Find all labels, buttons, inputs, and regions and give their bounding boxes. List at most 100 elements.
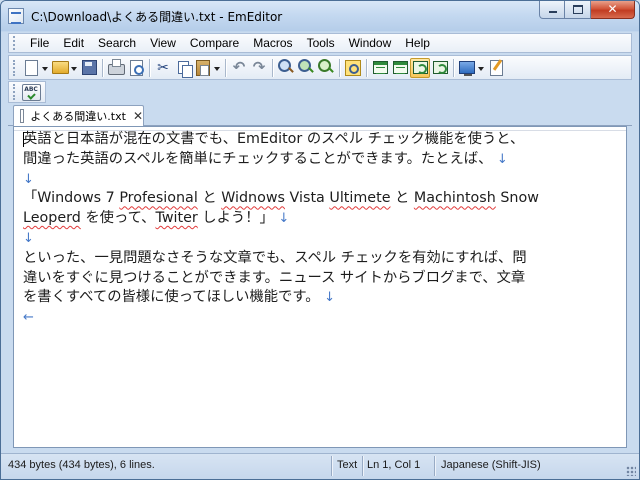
- minimize-button[interactable]: [539, 1, 565, 19]
- properties-button[interactable]: [486, 58, 506, 78]
- copy-button[interactable]: [173, 58, 193, 78]
- editor-line: ←: [23, 308, 539, 328]
- find-button[interactable]: [276, 58, 296, 78]
- document-tab[interactable]: よくある間違い.txt ✕: [13, 105, 144, 126]
- cut-icon: ✂: [157, 59, 169, 76]
- wrap-by-window-button[interactable]: [430, 58, 450, 78]
- replace-button[interactable]: [316, 58, 336, 78]
- emeditor-app-icon[interactable]: [8, 8, 24, 24]
- redo-icon: ↷: [252, 58, 266, 76]
- status-file-size: 434 bytes (434 bytes), 6 lines.: [8, 459, 155, 471]
- misspelled-word[interactable]: Widnows: [221, 190, 285, 206]
- open-button[interactable]: [50, 58, 70, 78]
- tab-close-icon[interactable]: ✕: [133, 109, 143, 123]
- menu-bar: File Edit Search View Compare Macros Too…: [8, 33, 632, 53]
- highlight-button[interactable]: [343, 58, 363, 78]
- properties-icon: [489, 59, 503, 76]
- eof-mark: ←: [23, 310, 34, 326]
- title-bar[interactable]: C:\Download\よくある間違い.txt - EmEditor ✕: [1, 1, 639, 31]
- highlight-icon: [345, 59, 361, 76]
- status-bar: 434 bytes (434 bytes), 6 lines. Text Ln …: [1, 453, 639, 479]
- misspelled-word[interactable]: Leoperd: [23, 210, 81, 226]
- newline-mark: ↓: [278, 211, 290, 227]
- menu-tools[interactable]: Tools: [300, 36, 342, 50]
- open-dropdown[interactable]: [70, 58, 79, 78]
- misspelled-word[interactable]: Twiter: [155, 210, 197, 226]
- marks-button[interactable]: [390, 58, 410, 78]
- close-button[interactable]: ✕: [591, 1, 635, 19]
- redo-button[interactable]: ↷: [249, 58, 269, 78]
- word-wrap-icon: [412, 61, 428, 74]
- toolbar-separator: [453, 58, 454, 77]
- new-icon: [24, 59, 38, 76]
- word-wrap-button[interactable]: [410, 57, 430, 78]
- undo-button[interactable]: ↶: [229, 58, 249, 78]
- editor-line: 「Windows 7 Profesional と Widnows Vista U…: [23, 190, 539, 207]
- spell-toolbar: ABC: [8, 81, 46, 103]
- text-editor[interactable]: 英語と日本語が混在の文書でも、EmEditor のスペル チェック機能を使うと、…: [13, 126, 627, 448]
- menu-file[interactable]: File: [23, 36, 56, 50]
- full-screen-icon: [459, 61, 475, 76]
- toolbar-grip[interactable]: [13, 59, 18, 76]
- marks-icon: [392, 61, 408, 74]
- editor-line: 間違った英語のスペルを簡単にチェックすることができます。たとえば、 ↓: [23, 150, 508, 167]
- print-preview-button[interactable]: [126, 58, 146, 78]
- undo-icon: ↶: [232, 58, 246, 76]
- resize-grip[interactable]: [626, 466, 636, 476]
- find-next-button[interactable]: [296, 58, 316, 78]
- print-preview-icon: [129, 59, 144, 76]
- menu-window[interactable]: Window: [342, 36, 399, 50]
- save-icon: [81, 60, 97, 75]
- paste-button[interactable]: [193, 58, 213, 78]
- menu-grip[interactable]: [13, 36, 19, 50]
- editor-line: といった、一見問題なさそうな文章でも、スペル チェックを有効にすれば、問: [23, 249, 527, 266]
- toolbar-grip[interactable]: [13, 84, 18, 100]
- full-screen-button[interactable]: [457, 58, 477, 78]
- newline-mark: ↓: [23, 171, 34, 187]
- toolbar-separator: [272, 58, 273, 77]
- new-button[interactable]: [21, 58, 41, 78]
- editor-line: Leoperd を使って、Twiter しよう！」 ↓: [23, 210, 290, 227]
- toolbar-separator: [149, 58, 150, 77]
- editor-lines: 英語と日本語が混在の文書でも、EmEditor のスペル チェック機能を使うと、…: [23, 130, 539, 328]
- standard-toolbar: ✂ ↶ ↷: [8, 55, 632, 80]
- full-screen-dropdown[interactable]: [477, 58, 486, 78]
- status-mode[interactable]: Text: [337, 454, 357, 479]
- editor-line: 違いをすぐに見つけることができます。ニュース サイトからブログまで、文章: [23, 269, 526, 286]
- menu-edit[interactable]: Edit: [56, 36, 91, 50]
- editor-line: ↓: [23, 170, 539, 190]
- output-bar-icon: [372, 61, 388, 74]
- toolbar-separator: [102, 58, 103, 77]
- find-next-icon: [297, 59, 311, 72]
- open-icon: [51, 61, 69, 74]
- misspelled-word[interactable]: Machintosh: [414, 190, 496, 206]
- spell-check-button[interactable]: ABC: [21, 82, 41, 102]
- menu-search[interactable]: Search: [91, 36, 143, 50]
- tab-label: よくある間違い.txt: [30, 110, 126, 123]
- print-icon: [107, 59, 125, 75]
- copy-icon: [177, 61, 193, 78]
- editor-line: を書くすべての皆様に使ってほしい機能です。 ↓: [23, 289, 335, 306]
- output-bar-button[interactable]: [370, 58, 390, 78]
- maximize-button[interactable]: [565, 1, 591, 19]
- paste-icon: [196, 59, 210, 76]
- status-position[interactable]: Ln 1, Col 1: [367, 454, 420, 479]
- save-button[interactable]: [79, 58, 99, 78]
- menu-view[interactable]: View: [143, 36, 183, 50]
- status-encoding[interactable]: Japanese (Shift-JIS): [441, 454, 541, 479]
- toolbar-separator: [366, 58, 367, 77]
- paste-dropdown[interactable]: [213, 58, 222, 78]
- text-file-icon: [20, 109, 25, 123]
- status-divider: [331, 456, 332, 476]
- misspelled-word[interactable]: Profesional: [119, 190, 197, 206]
- print-button[interactable]: [106, 58, 126, 78]
- editor-line: 英語と日本語が混在の文書でも、EmEditor のスペル チェック機能を使うと、: [23, 131, 525, 147]
- newline-mark: ↓: [23, 230, 34, 246]
- misspelled-word[interactable]: Ultimete: [329, 190, 390, 206]
- menu-macros[interactable]: Macros: [246, 36, 299, 50]
- cut-button[interactable]: ✂: [153, 58, 173, 78]
- new-dropdown[interactable]: [41, 58, 50, 78]
- replace-icon: [317, 59, 331, 72]
- menu-compare[interactable]: Compare: [183, 36, 246, 50]
- menu-help[interactable]: Help: [398, 36, 437, 50]
